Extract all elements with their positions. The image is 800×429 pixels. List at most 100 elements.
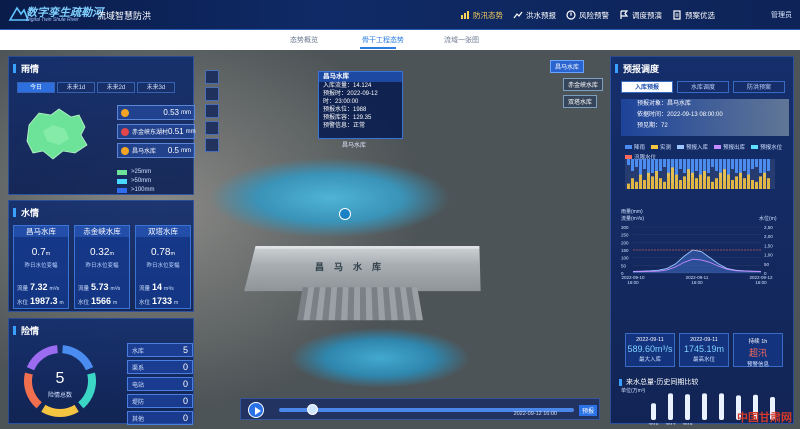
observed-bar xyxy=(759,176,762,189)
scene-tag-chijinxia[interactable]: 赤金峡水库 xyxy=(563,78,604,91)
reservoir-popup[interactable]: 昌马水库 入库流量：14.124 预报时：2022-09-12 时：23:00:… xyxy=(318,71,403,139)
rain-tab-today[interactable]: 今日 xyxy=(17,82,55,93)
rain-bar xyxy=(759,159,762,173)
x-tick-label: 16:00 xyxy=(691,280,703,285)
rain-tab-3d[interactable]: 未来3d xyxy=(137,82,175,93)
rain-bar xyxy=(679,159,682,169)
scene-marker-label: 昌马水库 xyxy=(342,143,367,149)
y2-tick-label: 2,00 xyxy=(764,234,773,239)
tab-key-projects[interactable]: 骨干工程态势 xyxy=(362,35,404,45)
popup-row: 预报库容：129.35 xyxy=(323,115,372,121)
basin-map[interactable] xyxy=(23,105,93,163)
danger-item[interactable]: 电站 0 xyxy=(127,377,193,391)
top-nav: 防汛态势 洪水预报 风险预警 调度预演 预案优选 xyxy=(460,7,725,23)
tab-flood-plan[interactable]: 防洪预案 xyxy=(733,81,785,93)
tab-basin-map[interactable]: 流域一张图 xyxy=(444,35,479,45)
nav-label: 调度预演 xyxy=(632,10,662,20)
observed-bar xyxy=(731,180,734,189)
level-change: 0.78m xyxy=(150,247,176,258)
rain-tab-2d[interactable]: 未来2d xyxy=(97,82,135,93)
danger-title: 险情 xyxy=(13,323,39,337)
danger-total: 5 xyxy=(56,370,65,387)
inflow-area xyxy=(633,250,761,273)
rain-bar xyxy=(707,159,710,173)
rain-bar xyxy=(747,159,750,175)
nav-flood-forecast[interactable]: 洪水预报 xyxy=(513,7,556,23)
legend-item: 预报出库 xyxy=(714,143,745,151)
y-axis-label: 雨量(mm) xyxy=(621,208,643,215)
nav-dispatch-rehearsal[interactable]: 调度预演 xyxy=(619,7,662,23)
danger-item[interactable]: 堤防 0 xyxy=(127,394,193,408)
rain-bar xyxy=(711,159,714,167)
rain-bar xyxy=(751,159,754,169)
rain-legend-item: >25mm xyxy=(117,169,151,175)
nav-flood-situation[interactable]: 防汛态势 xyxy=(460,7,503,23)
popup-row: 时：23:00:00 xyxy=(323,99,359,105)
rain-station-row[interactable]: 赤金峡东湖村 0.51 mm xyxy=(117,124,196,139)
reservoir-name: 昌马水库 xyxy=(14,226,68,237)
observed-bar xyxy=(647,172,650,189)
observed-bar xyxy=(671,167,674,189)
chart-icon xyxy=(513,11,523,19)
compare-bar xyxy=(719,393,724,420)
danger-donut-chart: 5 险情总数 xyxy=(24,345,96,417)
popup-row: 预报时：2022-09-12 xyxy=(323,91,378,97)
legend-item: 预报水位 xyxy=(751,143,782,151)
tab-reservoir-dispatch[interactable]: 水库调度 xyxy=(677,81,729,93)
observed-bar xyxy=(643,180,646,189)
measure-icon[interactable] xyxy=(205,138,219,152)
rain-bar xyxy=(731,159,734,169)
reservoir-marker[interactable] xyxy=(339,208,351,220)
timeline-knob[interactable] xyxy=(307,404,318,415)
layers-icon[interactable] xyxy=(205,70,219,84)
nav-label: 预案优选 xyxy=(685,10,715,20)
forecast-card[interactable]: 2022-09-11 1745.19m 最高水位 xyxy=(679,333,729,367)
y2-tick-label: 1,00 xyxy=(764,253,773,258)
rain-bar xyxy=(727,159,730,175)
rain-panel: 雨情 今日 未来1d 未来2d 未来3d 0.53 mm 赤金峡东湖村 0.51… xyxy=(8,56,196,195)
user-menu[interactable]: 管理员 xyxy=(771,10,792,20)
warning-icon xyxy=(566,10,576,20)
rain-station-row[interactable]: 0.53 mm xyxy=(117,105,195,120)
3d-view-icon[interactable] xyxy=(205,87,219,101)
rain-tab-1d[interactable]: 未来1d xyxy=(57,82,95,93)
nav-risk-warning[interactable]: 风险预警 xyxy=(566,7,609,23)
forecast-info: 预报对象：昌马水库 依据时间：2022-09-13 08:00:00 预见期：7… xyxy=(621,99,789,136)
compare-year-label: 2017 xyxy=(665,422,676,425)
danger-item[interactable]: 水库 5 xyxy=(127,343,193,357)
observed-bar xyxy=(655,171,658,189)
rain-tabs: 今日 未来1d 未来2d 未来3d xyxy=(17,82,177,93)
rain-bar xyxy=(631,159,634,171)
rain-station-row[interactable]: 昌马水库 0.5 mm xyxy=(117,143,195,158)
danger-item[interactable]: 渠系 0 xyxy=(127,360,193,374)
popup-row: 预报水位：1988 xyxy=(323,107,367,113)
forecast-card[interactable]: 持续 1h 超汛 预警信息 xyxy=(733,333,783,368)
tab-overview[interactable]: 态势概览 xyxy=(290,35,318,45)
forecast-card[interactable]: 2022-09-11 589.60m³/s 最大入库 xyxy=(625,333,675,367)
observed-bar xyxy=(635,181,638,189)
rain-bar xyxy=(651,159,654,173)
observed-bar xyxy=(651,176,654,189)
scene-tag-changma[interactable]: 昌马水库 xyxy=(550,60,585,73)
flow-stat: 流量 7.32 m³/s xyxy=(17,282,60,292)
compare-bar xyxy=(702,393,707,420)
reservoir-card[interactable]: 昌马水库 0.7m 昨日水位变幅 流量 7.32 m³/s 水位 1987.3 m xyxy=(13,225,69,309)
nav-plan-selection[interactable]: 预案优选 xyxy=(672,7,715,23)
rain-bar xyxy=(715,159,718,171)
y-axis-label: 流量(m³/s) xyxy=(621,215,644,222)
reservoir-card[interactable]: 赤金峡水库 0.32m 昨日水位变幅 流量 5.73 m³/s 水位 1566 m xyxy=(74,225,130,309)
legend-item: 降雨 xyxy=(625,143,645,151)
popup-title: 昌马水库 xyxy=(319,72,402,82)
tab-inflow-forecast[interactable]: 入库预报 xyxy=(621,81,673,93)
reservoir-card[interactable]: 双塔水库 0.78m 昨日水位变幅 流量 14 m³/s 水位 1733 m xyxy=(135,225,191,309)
danger-panel: 险情 5 险情总数 水库 5 渠系 0 电站 0 堤防 0 其他 0 xyxy=(8,318,194,425)
scene-tag-shuangta[interactable]: 双塔水库 xyxy=(563,95,598,108)
level-stat: 水位 1987.3 m xyxy=(17,296,64,306)
play-icon[interactable] xyxy=(248,402,264,418)
dam-label: 昌马水库 xyxy=(315,262,392,272)
zoom-in-icon[interactable] xyxy=(205,121,219,135)
search-icon[interactable] xyxy=(205,104,219,118)
danger-item[interactable]: 其他 0 xyxy=(127,411,193,425)
level-change-caption: 昨日水位变幅 xyxy=(146,263,180,269)
observed-bar xyxy=(747,174,750,189)
